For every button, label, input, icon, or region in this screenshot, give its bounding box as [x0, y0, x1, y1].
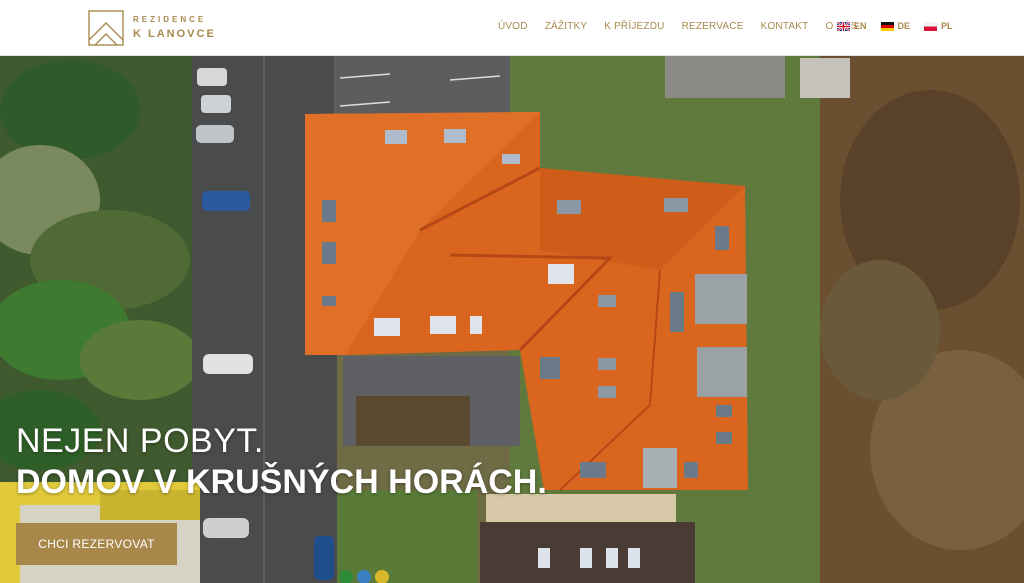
site-logo[interactable]: REZIDENCE K LANOVCE [88, 10, 216, 46]
house-roof-logo-icon [88, 10, 124, 46]
logo-text: REZIDENCE K LANOVCE [133, 16, 216, 40]
main-nav: ÚVOD ZÁŽITKY K PŘÍJEZDU REZERVACE KONTAK… [498, 21, 875, 32]
site-header: REZIDENCE K LANOVCE ÚVOD ZÁŽITKY K PŘÍJE… [0, 0, 1024, 56]
logo-line2: K LANOVCE [133, 28, 216, 40]
germany-flag-icon [880, 21, 894, 31]
lang-de[interactable]: DE [880, 21, 911, 31]
book-now-button[interactable]: CHCI REZERVOVAT [16, 523, 177, 565]
nav-item-zazitky[interactable]: ZÁŽITKY [545, 21, 588, 32]
hero-headline-line2: DOMOV V KRUŠNÝCH HORÁCH. [16, 463, 547, 501]
nav-item-k-prijezdu[interactable]: K PŘÍJEZDU [604, 21, 664, 32]
hero-headline-line1: NEJEN POBYT. [16, 422, 264, 460]
nav-item-rezervace[interactable]: REZERVACE [682, 21, 744, 32]
uk-flag-icon [837, 21, 850, 31]
nav-item-uvod[interactable]: ÚVOD [498, 21, 528, 32]
lang-pl[interactable]: PL [924, 21, 953, 31]
hero-section: NEJEN POBYT. DOMOV V KRUŠNÝCH HORÁCH. CH… [0, 56, 1024, 583]
hero-headline: NEJEN POBYT. DOMOV V KRUŠNÝCH HORÁCH. [16, 422, 547, 502]
lang-de-label: DE [897, 21, 911, 31]
lang-pl-label: PL [941, 21, 953, 31]
poland-flag-icon [924, 21, 938, 31]
lang-en-label: EN [854, 21, 867, 31]
lang-en[interactable]: EN [837, 21, 867, 31]
nav-item-kontakt[interactable]: KONTAKT [761, 21, 809, 32]
aerial-photo [0, 56, 1024, 583]
language-switcher: EN DE PL [837, 21, 967, 31]
